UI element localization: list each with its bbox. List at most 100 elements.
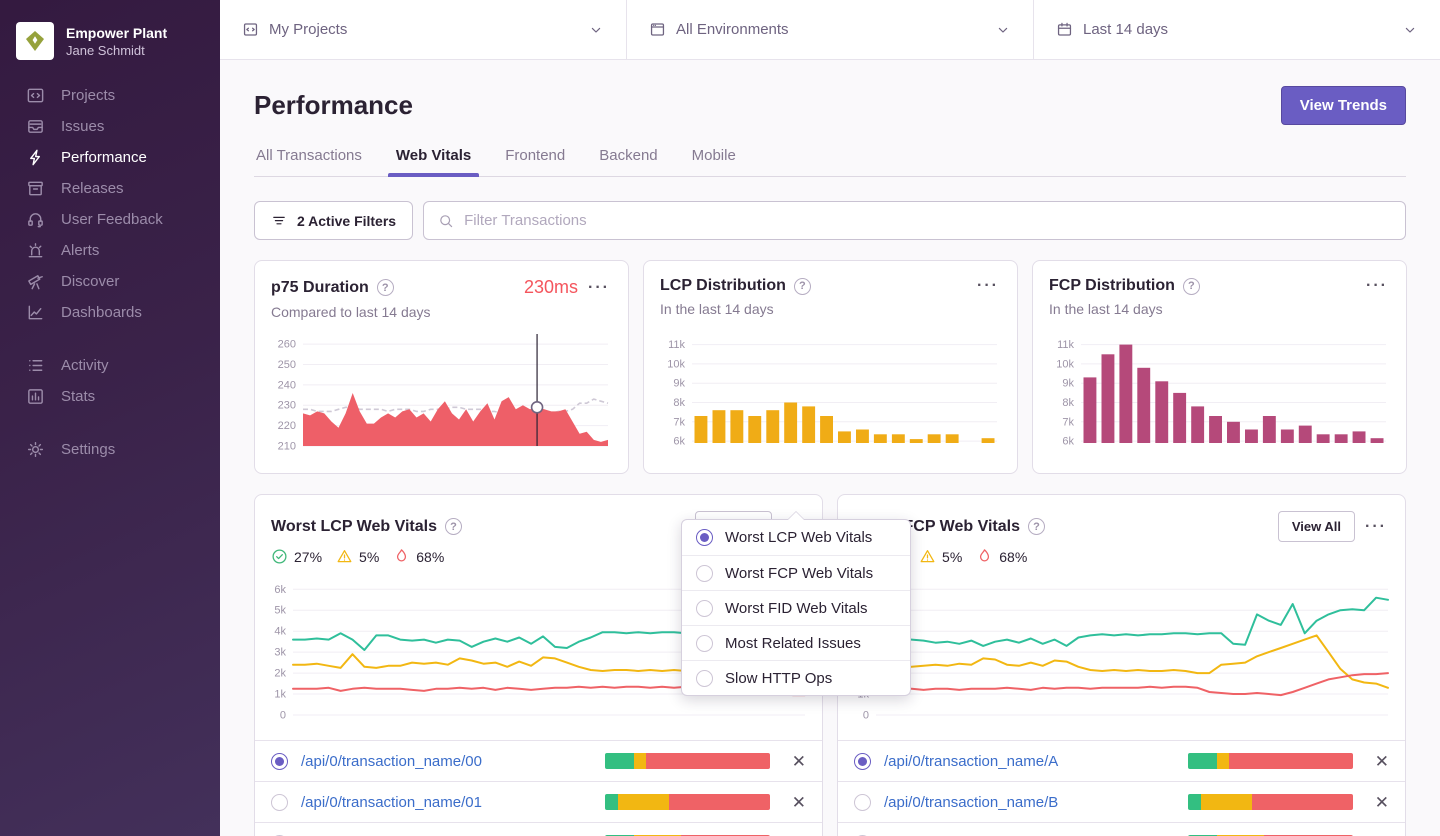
sidebar-item-issues[interactable]: Issues [0, 111, 220, 142]
tab-backend[interactable]: Backend [597, 147, 659, 176]
view-trends-button[interactable]: View Trends [1281, 86, 1406, 125]
sidebar-item-releases[interactable]: Releases [0, 173, 220, 204]
sidebar-item-label: Alerts [61, 242, 99, 259]
poor-stat-value: 68% [999, 549, 1027, 565]
releases-icon [26, 179, 45, 198]
poor-stat: 68% [976, 548, 1027, 565]
good-stat-value: 27% [294, 549, 322, 565]
menu-item-most-related-issues[interactable]: Most Related Issues [682, 625, 910, 660]
view-all-button[interactable]: View All [1278, 511, 1355, 542]
settings-icon [26, 440, 45, 459]
sidebar-item-activity[interactable]: Activity [0, 350, 220, 381]
nav-divider [0, 328, 220, 350]
environment-selector-label: All Environments [676, 21, 789, 38]
help-icon[interactable]: ? [377, 279, 394, 296]
svg-text:9k: 9k [673, 378, 685, 390]
menu-item-worst-fid[interactable]: Worst FID Web Vitals [682, 590, 910, 625]
transaction-list: /api/0/transaction_name/A /api/0/transac… [838, 740, 1405, 836]
menu-item-label: Worst FID Web Vitals [725, 600, 868, 617]
overflow-menu-icon[interactable] [1364, 278, 1390, 294]
sidebar-item-discover[interactable]: Discover [0, 266, 220, 297]
alerts-icon [26, 241, 45, 260]
svg-text:220: 220 [278, 420, 296, 432]
dashboards-icon [26, 303, 45, 322]
transaction-link[interactable]: /api/0/transaction_name/00 [301, 753, 482, 770]
menu-item-label: Most Related Issues [725, 635, 861, 652]
help-icon[interactable]: ? [794, 278, 811, 295]
stats-icon [26, 387, 45, 406]
active-filters-button[interactable]: 2 Active Filters [254, 201, 413, 240]
lcp-distribution-card: LCP Distribution ? In the last 14 days 6… [643, 260, 1018, 474]
table-row: /api/0/transaction_name/A [838, 740, 1405, 781]
tab-frontend[interactable]: Frontend [503, 147, 567, 176]
menu-radio [696, 635, 713, 652]
transaction-link[interactable]: /api/0/transaction_name/B [884, 794, 1058, 811]
sidebar-item-alerts[interactable]: Alerts [0, 235, 220, 266]
svg-text:5k: 5k [274, 605, 286, 617]
table-row: /api/0/transaction_name/C [838, 822, 1405, 836]
close-icon[interactable] [792, 753, 806, 770]
svg-text:0: 0 [863, 710, 869, 722]
overflow-menu-icon[interactable] [975, 278, 1001, 294]
transaction-list: /api/0/transaction_name/00 /api/0/transa… [255, 740, 822, 836]
org-switcher[interactable]: Empower Plant Jane Schmidt [0, 14, 220, 80]
poor-stat-value: 68% [416, 549, 444, 565]
project-selector-label: My Projects [269, 21, 347, 38]
projects-icon [26, 86, 45, 105]
transaction-link[interactable]: /api/0/transaction_name/01 [301, 794, 482, 811]
transaction-link[interactable]: /api/0/transaction_name/A [884, 753, 1058, 770]
help-icon[interactable]: ? [1183, 278, 1200, 295]
vitals-breakdown-bar [605, 753, 770, 769]
sidebar-item-label: Activity [61, 357, 109, 374]
search-input[interactable] [464, 212, 1391, 229]
row-radio[interactable] [854, 753, 871, 770]
project-selector[interactable]: My Projects [220, 0, 627, 59]
daterange-selector-label: Last 14 days [1083, 21, 1168, 38]
svg-text:1k: 1k [274, 689, 286, 701]
svg-text:0: 0 [280, 710, 286, 722]
menu-radio [696, 565, 713, 582]
close-icon[interactable] [1375, 794, 1389, 811]
discover-icon [26, 272, 45, 291]
environment-selector[interactable]: All Environments [627, 0, 1034, 59]
sidebar-item-projects[interactable]: Projects [0, 80, 220, 111]
overflow-menu-icon[interactable] [1363, 519, 1389, 535]
tab-web-vitals[interactable]: Web Vitals [394, 147, 473, 176]
svg-text:210: 210 [278, 441, 296, 453]
svg-text:11k: 11k [668, 339, 685, 351]
sidebar-item-settings[interactable]: Settings [0, 434, 220, 465]
close-icon[interactable] [1375, 753, 1389, 770]
svg-text:250: 250 [278, 359, 296, 371]
tab-mobile[interactable]: Mobile [690, 147, 738, 176]
chevron-down-icon [1402, 22, 1418, 38]
menu-item-slow-http-ops[interactable]: Slow HTTP Ops [682, 660, 910, 695]
card-title: Worst LCP Web Vitals [271, 518, 437, 536]
card-subtitle: Compared to last 14 days [271, 304, 612, 320]
overflow-menu-icon[interactable] [586, 280, 612, 296]
sidebar-item-dashboards[interactable]: Dashboards [0, 297, 220, 328]
table-row: /api/0/transaction_name/01 [255, 781, 822, 822]
daterange-selector[interactable]: Last 14 days [1034, 0, 1440, 59]
sidebar-item-performance[interactable]: Performance [0, 142, 220, 173]
menu-item-worst-fcp[interactable]: Worst FCP Web Vitals [682, 555, 910, 590]
help-icon[interactable]: ? [445, 518, 462, 535]
sidebar: Empower Plant Jane Schmidt Projects Issu… [0, 0, 220, 836]
tab-all-transactions[interactable]: All Transactions [254, 147, 364, 176]
sidebar-item-stats[interactable]: Stats [0, 381, 220, 412]
card-title: p75 Duration [271, 279, 369, 297]
row-radio[interactable] [854, 794, 871, 811]
active-filters-label: 2 Active Filters [297, 213, 396, 229]
svg-text:6k: 6k [274, 584, 286, 596]
menu-item-worst-lcp[interactable]: Worst LCP Web Vitals [682, 520, 910, 555]
svg-text:3k: 3k [274, 647, 286, 659]
card-title: FCP Distribution [1049, 277, 1175, 295]
sidebar-item-user-feedback[interactable]: User Feedback [0, 204, 220, 235]
close-icon[interactable] [792, 794, 806, 811]
row-radio[interactable] [271, 794, 288, 811]
help-icon[interactable]: ? [1028, 518, 1045, 535]
svg-text:8k: 8k [1062, 397, 1074, 409]
table-row: /api/0/transaction_name/B [838, 781, 1405, 822]
flame-icon [976, 548, 993, 565]
flame-icon [393, 548, 410, 565]
row-radio[interactable] [271, 753, 288, 770]
